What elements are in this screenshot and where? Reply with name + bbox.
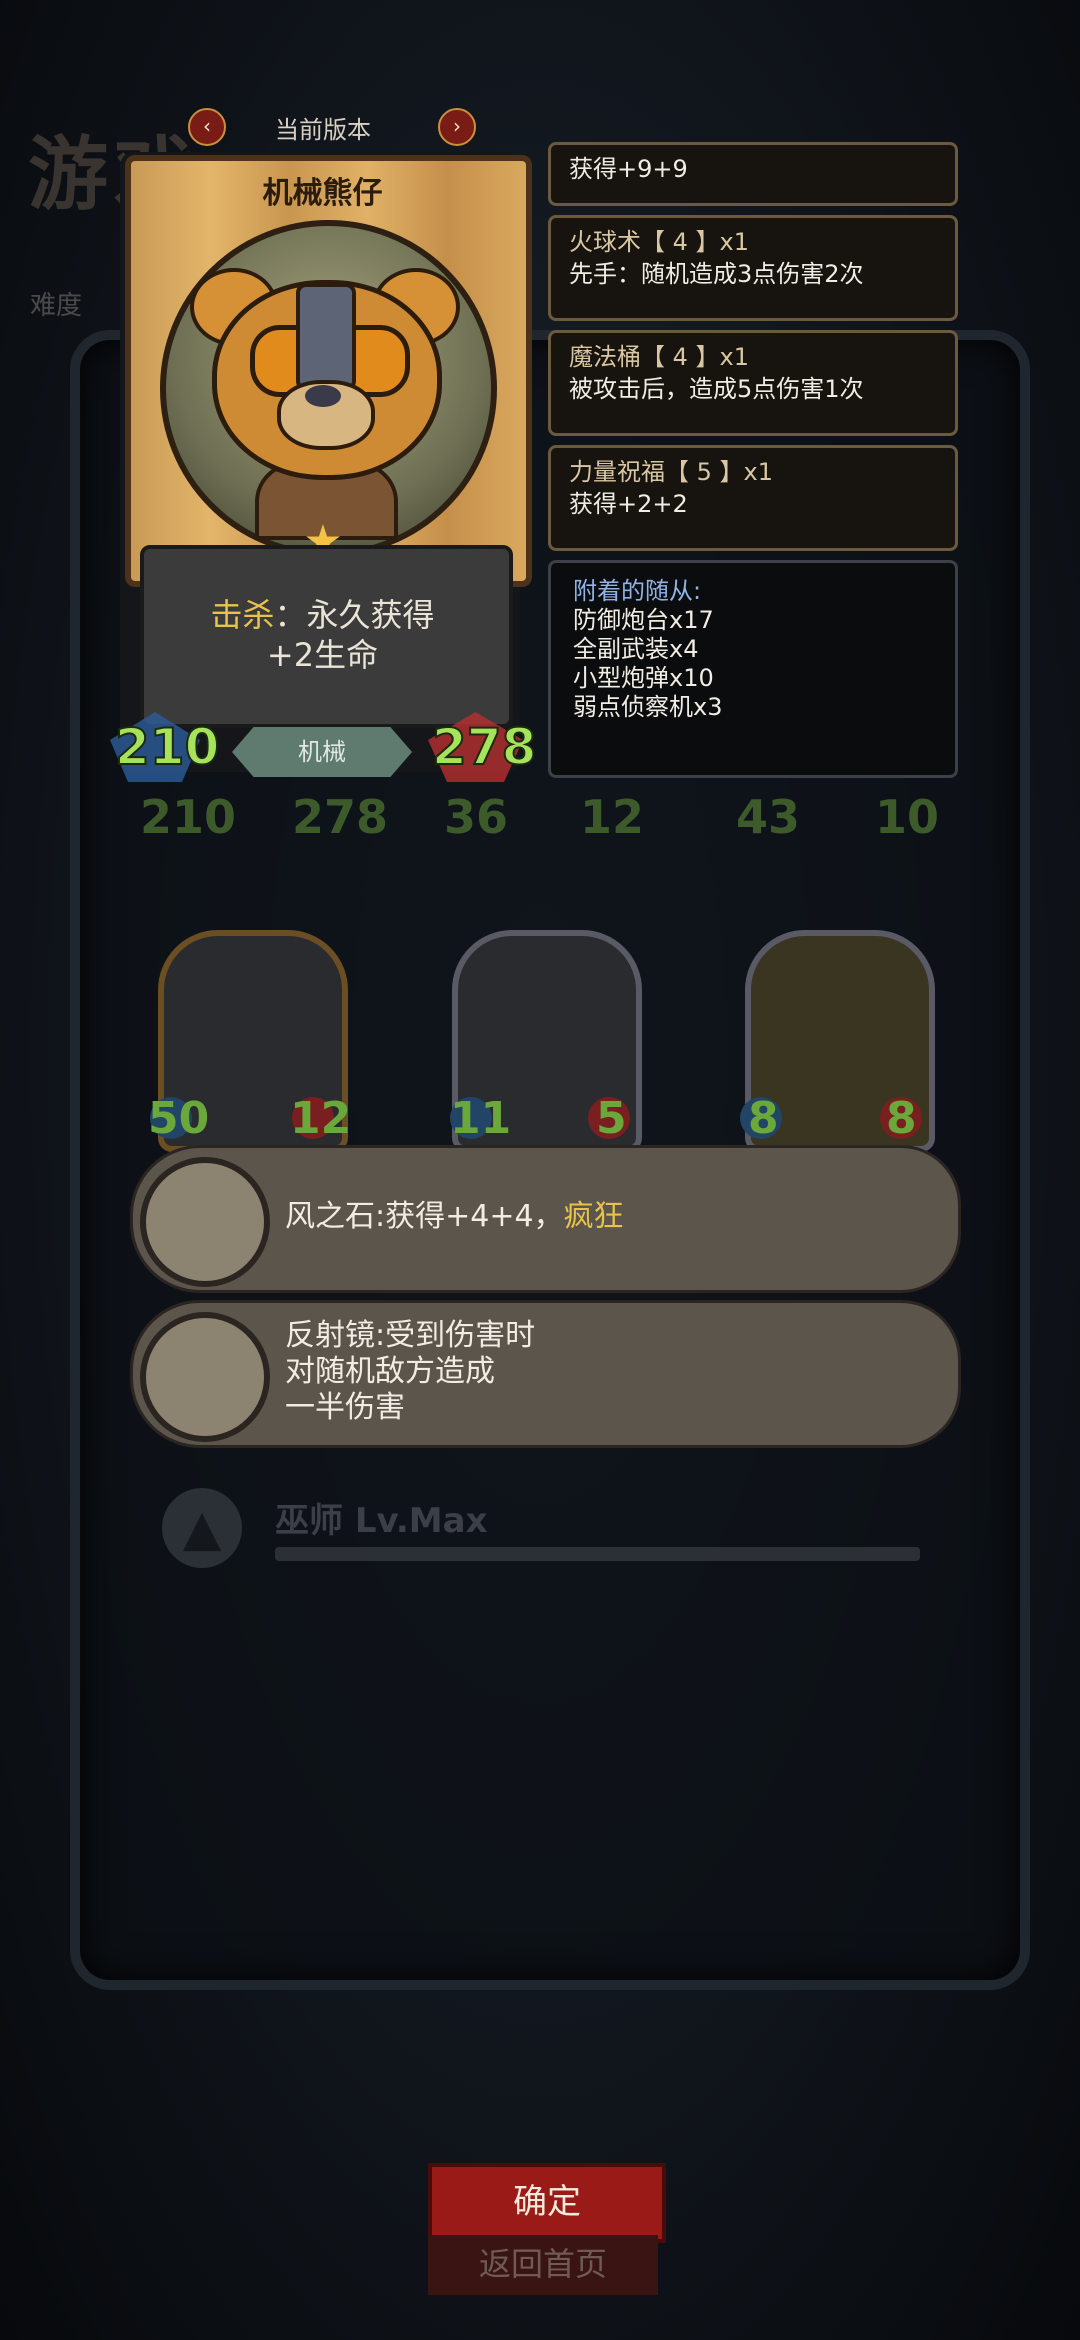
board-minion-1-health: 278: [292, 790, 389, 844]
relic-wind-stone-text: 风之石:获得+4+4，疯狂: [285, 1199, 624, 1235]
hero-effect-line2: +2生命: [266, 636, 379, 674]
relic-wind-stone-desc: 风之石:获得+4+4，: [285, 1199, 564, 1234]
difficulty-label: 难度: [30, 291, 83, 321]
attached-item: 小型炮弹x10: [573, 664, 714, 692]
relic-mirror-text: 反射镜:受到伤害时 对随机敌方造成 一半伤害: [285, 1318, 535, 1426]
attached-minions-box: 附着的随从: 防御炮台x17 全副武装x4 小型炮弹x10 弱点侦察机x3: [548, 560, 958, 778]
hero-effect-text: 击杀：永久获得 +2生命: [150, 595, 495, 675]
hero-health: 278: [431, 717, 537, 777]
hero-effect-keyword: 击杀: [210, 596, 275, 634]
wizard-level-label: 巫师 Lv.Max: [275, 1501, 488, 1541]
relic-mirror-line1: 反射镜:受到伤害时: [285, 1318, 536, 1353]
version-label: 当前版本: [275, 116, 371, 144]
wind-stone-icon: [140, 1157, 270, 1287]
bear-nose: [305, 385, 341, 407]
attached-item: 弱点侦察机x3: [573, 693, 723, 721]
bear-helmet: [296, 283, 356, 391]
board-minion-2-health: 12: [580, 790, 645, 844]
skill-item-3: 魔法桶【 4 】x1 被攻击后，造成5点伤害1次: [548, 330, 958, 436]
board-minion-4-attack: 50: [148, 1093, 210, 1144]
skill-2-desc: 先手：随机造成3点伤害2次: [569, 260, 864, 288]
skill-4-title: 力量祝福【 5 】x1: [569, 458, 773, 486]
attached-item: 防御炮台x17: [573, 606, 714, 634]
skill-2-title: 火球术【 4 】x1: [569, 228, 749, 256]
skill-4-desc: 获得+2+2: [569, 490, 688, 518]
board-minion-4-health: 12: [290, 1093, 352, 1144]
hero-effect-line1: 击杀：永久获得: [150, 595, 495, 635]
mirror-icon: [140, 1312, 270, 1442]
board-minion-5-attack: 11: [450, 1093, 512, 1144]
version-next-button[interactable]: ›: [438, 108, 476, 146]
skill-item-2: 火球术【 4 】x1 先手：随机造成3点伤害2次: [548, 215, 958, 321]
board-minion-6-attack: 8: [748, 1093, 779, 1144]
skill-item-1: 获得+9+9: [548, 142, 958, 206]
board-minion-2-attack: 36: [444, 790, 509, 844]
board-minion-1-attack: 210: [140, 790, 237, 844]
hero-effect-rest: ：永久获得: [274, 596, 435, 634]
relic-mirror-line2: 对随机敌方造成: [285, 1354, 495, 1389]
return-home-button[interactable]: 返回首页: [428, 2235, 658, 2295]
board-minion-6-health: 8: [886, 1093, 917, 1144]
board-minion-5-health: 5: [596, 1093, 627, 1144]
skill-item-4: 力量祝福【 5 】x1 获得+2+2: [548, 445, 958, 551]
skill-3-desc: 被攻击后，造成5点伤害1次: [569, 375, 864, 403]
wizard-hat-icon: ▲: [162, 1488, 242, 1568]
confirm-button[interactable]: 确定: [428, 2163, 666, 2243]
board-minion-3-health: 10: [875, 790, 940, 844]
board-minion-3-attack: 43: [736, 790, 801, 844]
hero-tribe-tag: 机械: [232, 727, 412, 777]
skill-1-desc: 获得+9+9: [569, 155, 688, 183]
hero-name: 机械熊仔: [262, 176, 383, 211]
relic-mirror-line3: 一半伤害: [285, 1390, 405, 1425]
skill-3-title: 魔法桶【 4 】x1: [569, 343, 749, 371]
relic-wind-stone-keyword: 疯狂: [563, 1199, 624, 1234]
attached-title: 附着的随从:: [573, 577, 702, 605]
hero-attack: 210: [114, 717, 220, 777]
wizard-progress-bar: [275, 1547, 920, 1561]
version-prev-button[interactable]: ‹: [188, 108, 226, 146]
attached-item: 全副武装x4: [573, 635, 699, 663]
